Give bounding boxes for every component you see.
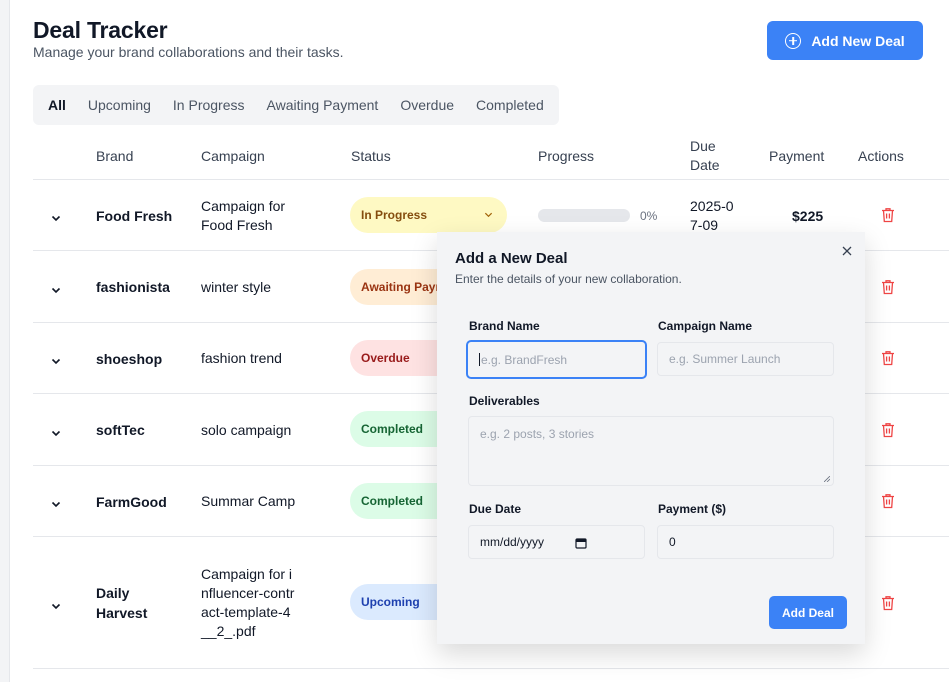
chevron-down-icon[interactable] [51,210,61,222]
trash-icon[interactable] [881,279,895,295]
tab-all[interactable]: All [37,89,77,121]
campaign-name-placeholder: e.g. Summer Launch [669,352,781,366]
add-new-deal-label: Add New Deal [811,32,905,49]
tab-overdue[interactable]: Overdue [389,89,465,121]
column-header-due-date: Due Date [690,138,720,173]
status-label: In Progress [361,208,428,222]
status-select[interactable]: In Progress [350,197,507,233]
page-title: Deal Tracker [33,17,168,43]
column-header-progress: Progress [538,148,595,164]
trash-icon[interactable] [881,422,895,438]
brand-name: Food Fresh [96,207,173,224]
status-label: Completed [361,422,424,436]
brand-name: Daily Harvest [96,585,148,621]
close-icon[interactable] [841,245,853,257]
tab-upcoming[interactable]: Upcoming [77,89,162,121]
status-label: Awaiting Payı [361,280,439,294]
status-filter-tabs: All Upcoming In Progress Awaiting Paymen… [33,85,559,125]
page-subtitle: Manage your brand collaborations and the… [33,44,344,60]
status-label: Overdue [361,351,410,365]
tab-awaiting-payment[interactable]: Awaiting Payment [256,89,390,121]
progress-bar [538,209,630,222]
campaign-name: solo campaign [201,421,292,438]
column-header-status: Status [351,148,391,164]
trash-icon[interactable] [881,350,895,366]
page-left-border [0,0,10,682]
deliverables-placeholder: e.g. 2 posts, 3 stories [480,427,595,441]
table-header: Brand Campaign Status Progress Due Date … [33,132,949,180]
plus-circle-icon [785,32,802,49]
trash-icon[interactable] [881,493,895,509]
brand-name: FarmGood [96,493,167,510]
brand-name: softTec [96,422,145,438]
tab-completed[interactable]: Completed [465,89,555,121]
tab-in-progress[interactable]: In Progress [162,89,256,121]
brand-name-label: Brand Name [469,319,540,333]
payment-value: 0 [669,535,676,549]
column-header-actions: Actions [858,148,904,164]
column-header-brand: Brand [96,148,134,164]
campaign-name: fashion trend [201,350,282,366]
campaign-name: Campaign for influencer-contract-templat… [201,566,295,639]
brand-name-input[interactable]: e.g. BrandFresh [466,340,647,379]
chevron-down-icon [484,212,493,218]
brand-name: shoeshop [96,350,163,367]
due-date-input[interactable]: mm/dd/yyyy [468,525,645,559]
column-header-campaign: Campaign [201,148,265,164]
due-date-placeholder: mm/dd/yyyy [480,535,545,549]
campaign-name: Campaign for Food Fresh [201,197,286,233]
calendar-icon[interactable] [575,537,587,549]
add-deal-button[interactable]: Add Deal [769,596,847,629]
deliverables-label: Deliverables [469,394,540,408]
chevron-down-icon[interactable] [51,425,61,437]
chevron-down-icon[interactable] [51,496,61,508]
campaign-name-input[interactable]: e.g. Summer Launch [657,342,834,376]
chevron-down-icon[interactable] [51,353,61,365]
trash-icon[interactable] [881,207,895,223]
campaign-name: winter style [201,278,272,295]
trash-icon[interactable] [881,595,895,611]
status-label: Completed [361,494,424,508]
resize-handle-icon[interactable] [824,476,830,482]
status-label: Upcoming [361,595,420,609]
chevron-down-icon[interactable] [51,598,61,610]
brand-name: fashionista [96,279,170,295]
text-cursor [479,353,480,366]
due-date-label: Due Date [469,502,522,516]
campaign-name-label: Campaign Name [658,319,753,333]
modal-subtitle: Enter the details of your new collaborat… [455,272,682,286]
campaign-name: Summar Camp [201,493,296,509]
deliverables-textarea[interactable]: e.g. 2 posts, 3 stories [468,416,834,486]
payment-label: Payment ($) [658,502,727,516]
add-new-deal-button[interactable]: Add New Deal [767,21,923,60]
modal-title: Add a New Deal [455,250,568,267]
column-header-payment: Payment [769,148,825,164]
chevron-down-icon[interactable] [51,282,61,294]
brand-name-placeholder: e.g. BrandFresh [481,352,568,367]
add-deal-modal: Add a New Deal Enter the details of your… [437,232,865,644]
payment-input[interactable]: 0 [657,525,834,559]
